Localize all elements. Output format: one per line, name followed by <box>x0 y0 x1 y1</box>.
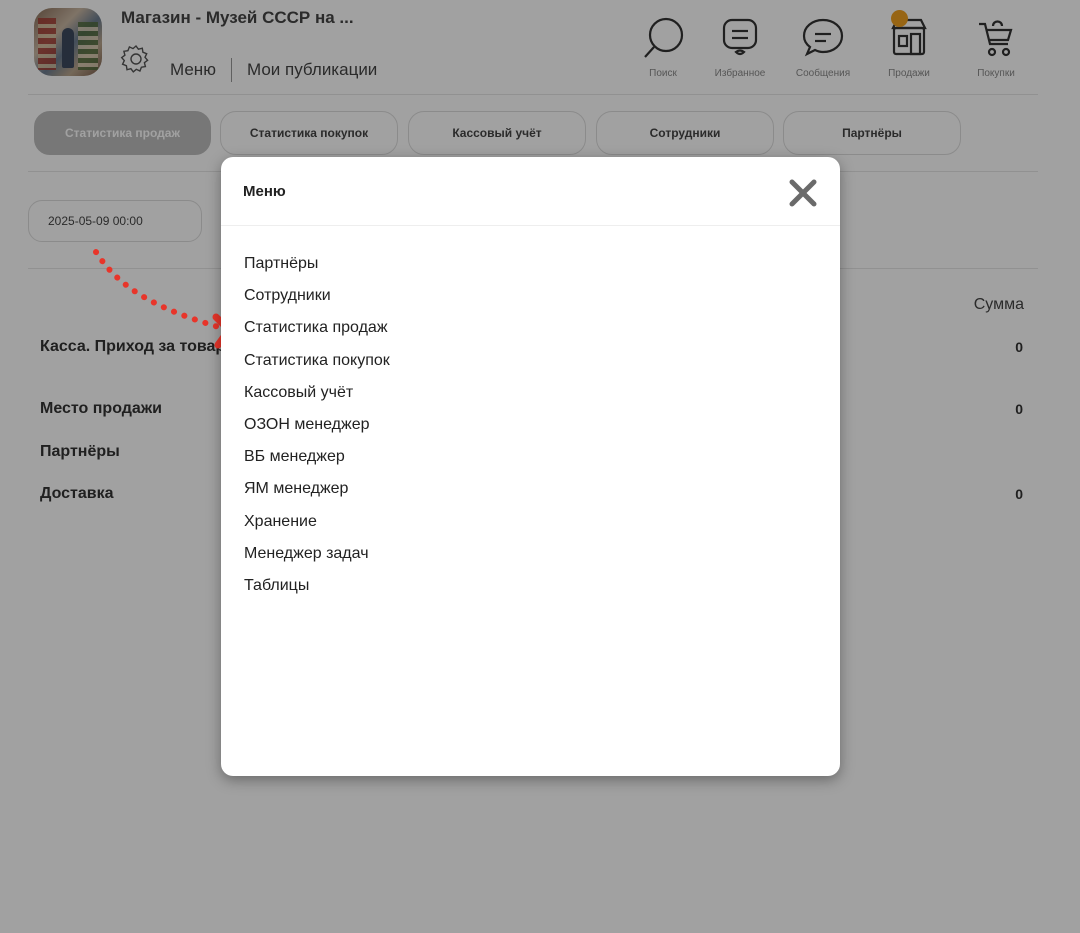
menu-item-partners[interactable]: Партнёры <box>244 253 390 285</box>
menu-item-ozon-manager[interactable]: ОЗОН менеджер <box>244 414 390 446</box>
menu-item-storage[interactable]: Хранение <box>244 511 390 543</box>
menu-item-employees[interactable]: Сотрудники <box>244 285 390 317</box>
menu-item-cash-accounting[interactable]: Кассовый учёт <box>244 382 390 414</box>
menu-item-wb-manager[interactable]: ВБ менеджер <box>244 446 390 478</box>
menu-item-tables[interactable]: Таблицы <box>244 575 390 607</box>
modal-title: Меню <box>243 183 286 200</box>
close-icon <box>789 179 817 207</box>
modal-divider <box>221 225 840 226</box>
menu-item-purchase-stats[interactable]: Статистика покупок <box>244 350 390 382</box>
menu-item-ym-manager[interactable]: ЯМ менеджер <box>244 478 390 510</box>
menu-modal: Меню Партнёры Сотрудники Статистика прод… <box>221 157 840 776</box>
close-button[interactable] <box>783 173 823 213</box>
menu-list: Партнёры Сотрудники Статистика продаж Ст… <box>244 253 390 607</box>
menu-item-task-manager[interactable]: Менеджер задач <box>244 543 390 575</box>
menu-item-sales-stats[interactable]: Статистика продаж <box>244 317 390 349</box>
